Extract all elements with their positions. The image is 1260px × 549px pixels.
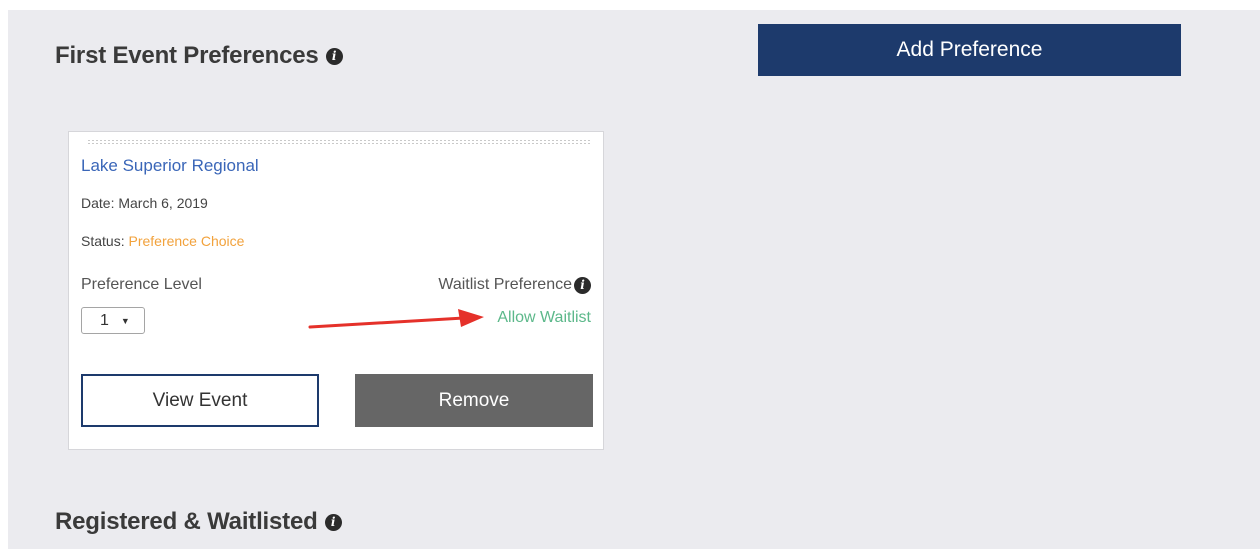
- allow-waitlist-toggle[interactable]: Allow Waitlist: [497, 309, 591, 327]
- waitlist-preference-label: Waitlist Preference i: [438, 276, 591, 294]
- preference-level-value: 1: [100, 311, 109, 329]
- view-event-button[interactable]: View Event: [81, 374, 319, 427]
- annotation-arrow-shaft: [308, 316, 466, 329]
- event-name-link[interactable]: Lake Superior Regional: [81, 156, 259, 176]
- preference-level-label: Preference Level: [81, 276, 202, 293]
- info-icon[interactable]: i: [324, 513, 342, 531]
- registered-waitlisted-title: Registered & Waitlisted: [55, 508, 318, 535]
- registered-waitlisted-heading: Registered & Waitlisted i: [55, 508, 342, 536]
- remove-button[interactable]: Remove: [355, 374, 593, 427]
- event-date: Date: March 6, 2019: [81, 195, 208, 211]
- event-status: Status: Preference Choice: [81, 233, 244, 249]
- first-event-preferences-title: First Event Preferences: [55, 42, 319, 69]
- add-preference-button[interactable]: Add Preference: [758, 24, 1181, 76]
- first-event-preferences-heading: First Event Preferences i: [55, 42, 343, 70]
- drag-handle[interactable]: [87, 139, 591, 146]
- annotation-arrow-head: [458, 309, 484, 327]
- waitlist-preference-text: Waitlist Preference: [438, 276, 572, 293]
- info-icon[interactable]: i: [574, 276, 591, 294]
- preference-level-select[interactable]: 1 ▼: [81, 307, 145, 334]
- annotation-arrow: [308, 309, 484, 329]
- event-preference-card: Lake Superior Regional Date: March 6, 20…: [68, 131, 604, 450]
- chevron-down-icon: ▼: [120, 315, 130, 326]
- status-value: Preference Choice: [128, 233, 245, 249]
- info-icon[interactable]: i: [325, 47, 343, 65]
- status-label: Status:: [81, 233, 125, 249]
